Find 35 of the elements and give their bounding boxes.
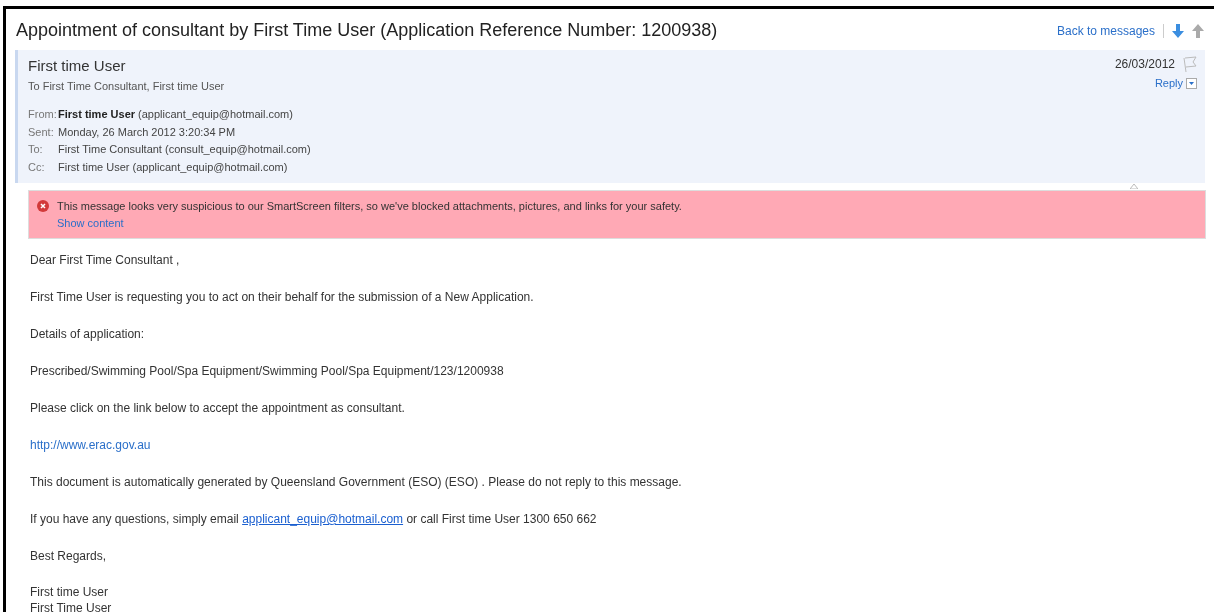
arrow-up-icon[interactable] [1192, 23, 1204, 38]
body-text: Please click on the link below to accept the appointment as consultant. [30, 400, 406, 417]
back-link[interactable]: Back to messages [1056, 21, 1155, 40]
detail-label: Cc: [28, 159, 46, 175]
detail-label: To: [28, 142, 44, 157]
detail-value: Monday, 26 March 2012 3:20:34 PM [58, 124, 236, 140]
signature-line: First Time User [30, 600, 113, 612]
message-subject: Appointment of consultant by First Time User (Application Reference Number: 1200938) [16, 19, 718, 42]
sender-name: First time User [28, 56, 127, 76]
error-icon [37, 200, 49, 212]
show-content-link[interactable]: Show content [57, 214, 124, 231]
detail-value: First time User (applicant_equip@hotmail.com) [58, 107, 293, 122]
detail-label: From: [28, 107, 54, 122]
signature-line: First time User [30, 584, 109, 600]
recipients-text: To First Time Consultant, First time User [28, 78, 226, 94]
detail-value: First Time Consultant (consult_equip@hotmail.com) [58, 142, 311, 157]
detail-label: Sent: [28, 124, 54, 140]
body-text: If you have any questions, simply email applicant_equip@hotmail.com or call First time User 1300 650 662 [30, 511, 598, 528]
detail-value: First time User (applicant_equip@hotmail.com) [58, 159, 288, 175]
body-text: Dear First Time Consultant , [30, 252, 181, 269]
body-text: Best Regards, [30, 548, 108, 565]
flag-icon[interactable] [1183, 56, 1197, 72]
body-text: First Time User is requesting you to act on their behalf for the submission of a New Application. [30, 289, 535, 306]
email-link[interactable]: applicant_equip@hotmail.com [242, 512, 404, 526]
caret-icon [1189, 81, 1194, 85]
reply-dropdown[interactable] [1186, 77, 1197, 89]
warning-text: This message looks very suspicious to our SmartScreen filters, so we've blocked attachments, pictures, and links for your safety. [57, 199, 682, 214]
body-text: Details of application: [30, 326, 146, 343]
reply-link[interactable]: Reply [1154, 75, 1183, 92]
body-text: Prescribed/Swimming Pool/Spa Equipment/Swimming Pool/Spa Equipment/123/1200938 [30, 363, 505, 380]
collapse-icon[interactable] [1130, 184, 1138, 189]
body-text: This document is automatically generated by Queensland Government (ESO) (ESO) . Please do not reply to this message. [30, 474, 683, 491]
link[interactable]: http://www.erac.gov.au [30, 436, 151, 454]
message-date: 26/03/2012 [1114, 56, 1175, 73]
arrow-down-icon[interactable] [1172, 23, 1184, 38]
